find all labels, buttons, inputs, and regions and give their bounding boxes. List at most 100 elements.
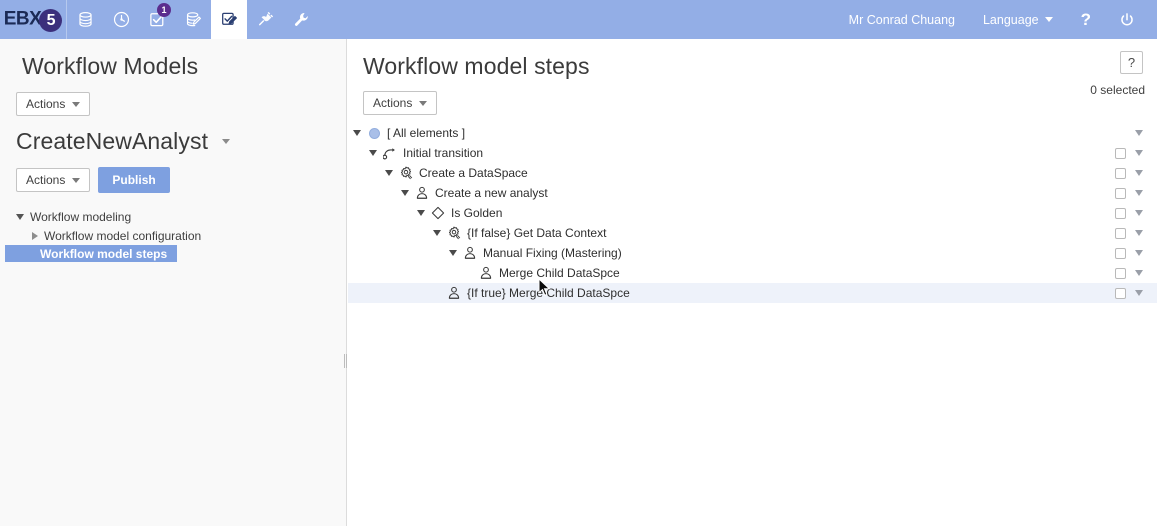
model-name-row: CreateNewAnalyst (0, 116, 346, 155)
row-select-checkbox[interactable] (1115, 207, 1126, 219)
sidebar-item-label: Workflow modeling (30, 209, 132, 224)
row-menu-chevron-down-icon[interactable] (1135, 270, 1143, 276)
tree-row-controls (1115, 203, 1157, 223)
model-actions-row: Actions Publish (0, 155, 346, 193)
logo-text: EBX (3, 8, 42, 30)
chevron-down-icon (419, 100, 428, 106)
chevron-down-icon (1044, 17, 1053, 22)
row-menu-chevron-down-icon[interactable] (1135, 170, 1143, 176)
language-menu[interactable]: Language (969, 0, 1067, 39)
sidebar-item-label: Workflow model configuration (44, 228, 202, 243)
tasks-count-badge: 1 (157, 3, 171, 17)
logo-version-badge: 5 (39, 9, 63, 32)
row-select-checkbox[interactable] (1115, 147, 1126, 159)
model-actions-label: Actions (26, 173, 66, 187)
row-menu-chevron-down-icon[interactable] (1135, 250, 1143, 256)
tree-row-label: {If false} Get Data Context (467, 226, 607, 240)
script-gear-icon (446, 225, 462, 241)
publish-button[interactable]: Publish (98, 167, 170, 193)
main-actions-row: Actions (348, 80, 1157, 115)
nav-data-models-button[interactable] (175, 0, 211, 39)
row-menu-chevron-down-icon[interactable] (1135, 210, 1143, 216)
page-help-button[interactable]: ? (1120, 51, 1143, 74)
tree-row-label: Create a new analyst (435, 186, 548, 200)
tree-row[interactable]: Create a DataSpace (348, 163, 1157, 183)
sidebar-item-workflow-model-configuration[interactable]: Workflow model configuration (0, 226, 346, 245)
user-task-icon (446, 285, 462, 301)
condition-diamond-icon (430, 205, 446, 221)
model-menu-chevron-down-icon[interactable] (222, 139, 231, 144)
chevron-down-icon[interactable] (417, 210, 425, 216)
tree-row[interactable]: {If true} Merge Child DataSpce (348, 283, 1157, 303)
sidebar-item-workflow-modeling[interactable]: Workflow modeling (0, 207, 346, 226)
script-gear-icon (398, 165, 414, 181)
addons-plug-icon (257, 11, 274, 28)
row-select-checkbox[interactable] (1115, 187, 1126, 199)
sidebar-nav-tree: Workflow modeling Workflow model configu… (0, 193, 346, 262)
blue-circle-icon (366, 125, 382, 141)
user-menu[interactable]: Mr Conrad Chuang (835, 0, 969, 39)
main-actions-button[interactable]: Actions (363, 91, 438, 115)
topbar-right-group: Mr Conrad Chuang Language ? (835, 0, 1157, 39)
tree-row-label: {If true} Merge Child DataSpce (467, 286, 630, 300)
nav-administration-button[interactable] (283, 0, 319, 39)
help-button[interactable]: ? (1067, 0, 1105, 39)
tree-row[interactable]: Manual Fixing (Mastering) (348, 243, 1157, 263)
row-select-checkbox[interactable] (1115, 267, 1126, 279)
tree-row[interactable]: Create a new analyst (348, 183, 1157, 203)
top-navigation-bar: EBX 5 1 Mr Conrad Chuang Language ? (0, 0, 1157, 39)
row-select-checkbox[interactable] (1115, 227, 1126, 239)
row-menu-chevron-down-icon[interactable] (1135, 290, 1143, 296)
administration-wrench-icon (293, 11, 310, 28)
tree-row-label: Is Golden (451, 206, 503, 220)
ebx-logo[interactable]: EBX 5 (0, 0, 66, 39)
tree-row-label: [ All elements ] (387, 126, 466, 140)
model-actions-button[interactable]: Actions (16, 168, 91, 192)
nav-workflow-models-button[interactable] (211, 0, 247, 39)
sidebar: Workflow Models Actions CreateNewAnalyst… (0, 39, 347, 526)
history-clock-icon (113, 11, 130, 28)
tree-row-controls (1115, 123, 1157, 143)
row-menu-chevron-down-icon[interactable] (1135, 150, 1143, 156)
nav-tasks-button[interactable]: 1 (139, 0, 175, 39)
tree-row[interactable]: Is Golden (348, 203, 1157, 223)
row-select-checkbox[interactable] (1115, 247, 1126, 259)
nav-history-button[interactable] (103, 0, 139, 39)
chevron-down-icon[interactable] (385, 170, 393, 176)
row-menu-chevron-down-icon[interactable] (1135, 230, 1143, 236)
logout-button[interactable] (1105, 0, 1149, 39)
model-name-label: CreateNewAnalyst (16, 128, 209, 154)
tree-row-controls (1115, 163, 1157, 183)
sidebar-actions-button[interactable]: Actions (16, 92, 91, 116)
chevron-down-icon[interactable] (16, 213, 24, 220)
sidebar-item-workflow-model-steps[interactable]: Workflow model steps (5, 245, 177, 262)
workflow-steps-tree: [ All elements ] Initial transition Create… (348, 123, 1157, 303)
tree-row-controls (1115, 183, 1157, 203)
user-task-icon (478, 265, 494, 281)
row-menu-chevron-down-icon[interactable] (1135, 190, 1143, 196)
chevron-down-icon[interactable] (449, 250, 457, 256)
tree-row[interactable]: {If false} Get Data Context (348, 223, 1157, 243)
nav-icon-group: 1 (67, 0, 319, 39)
tree-row-controls (1115, 243, 1157, 263)
nav-datasets-button[interactable] (67, 0, 103, 39)
tree-row-controls (1115, 143, 1157, 163)
sidebar-item-label: Workflow model steps (40, 246, 168, 261)
row-menu-chevron-down-icon[interactable] (1135, 130, 1143, 136)
tree-row-label: Merge Child DataSpce (499, 266, 620, 280)
chevron-down-icon[interactable] (369, 150, 377, 156)
chevron-down-icon[interactable] (433, 230, 441, 236)
tree-row-label: Initial transition (403, 146, 484, 160)
tree-row[interactable]: Merge Child DataSpce (348, 263, 1157, 283)
chevron-down-icon (72, 177, 81, 183)
tree-row[interactable]: Initial transition (348, 143, 1157, 163)
tree-row[interactable]: [ All elements ] (348, 123, 1157, 143)
chevron-down-icon[interactable] (353, 130, 361, 136)
chevron-down-icon[interactable] (401, 190, 409, 196)
row-select-checkbox[interactable] (1115, 287, 1126, 299)
nav-addons-button[interactable] (247, 0, 283, 39)
tree-row-label: Create a DataSpace (419, 166, 528, 180)
tree-row-label: Manual Fixing (Mastering) (483, 246, 622, 260)
chevron-right-icon[interactable] (32, 231, 38, 240)
row-select-checkbox[interactable] (1115, 167, 1126, 179)
